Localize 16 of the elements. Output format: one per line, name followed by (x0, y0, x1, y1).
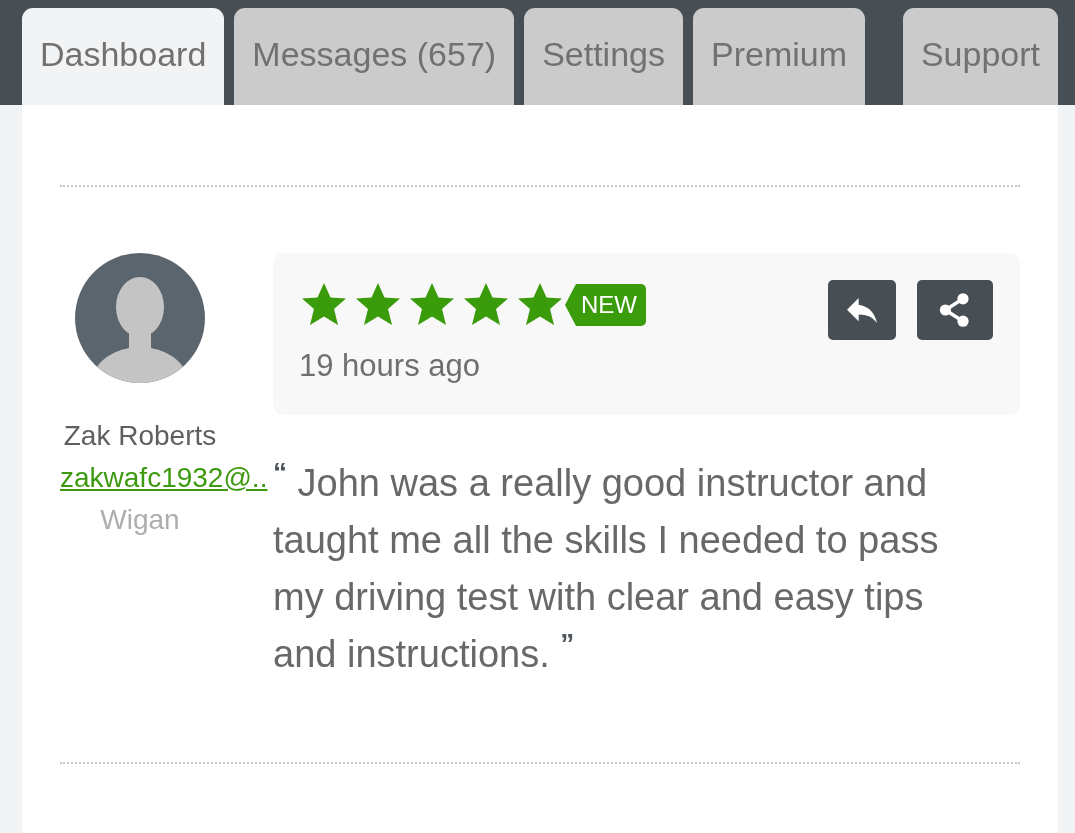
share-icon (939, 292, 971, 328)
nav-tab[interactable]: Support (902, 8, 1058, 105)
reply-button[interactable] (828, 280, 896, 340)
author-name: Zak Roberts (63, 419, 217, 453)
email-link[interactable]: zakwafc1932@.. (60, 457, 268, 499)
author-location: Wigan (100, 503, 180, 537)
nav-tab[interactable]: Dashboard (22, 8, 225, 105)
reply-icon (847, 297, 877, 323)
review-time: 19 hours ago (299, 348, 481, 384)
review-text: $^{“}$ John was a really good instructor and taught me all the skills I needed to pass my driving test with clear and easy tips and instructions. $^{”}$ (273, 456, 940, 677)
nav-tab[interactable]: Settings (524, 8, 683, 105)
nav-tab[interactable]: Premium (693, 8, 865, 105)
nav-tab[interactable]: Messages (657) (234, 8, 515, 105)
new-badge: NEW (565, 284, 646, 326)
avatar-silhouette-icon (75, 253, 205, 383)
share-button[interactable] (917, 280, 993, 340)
